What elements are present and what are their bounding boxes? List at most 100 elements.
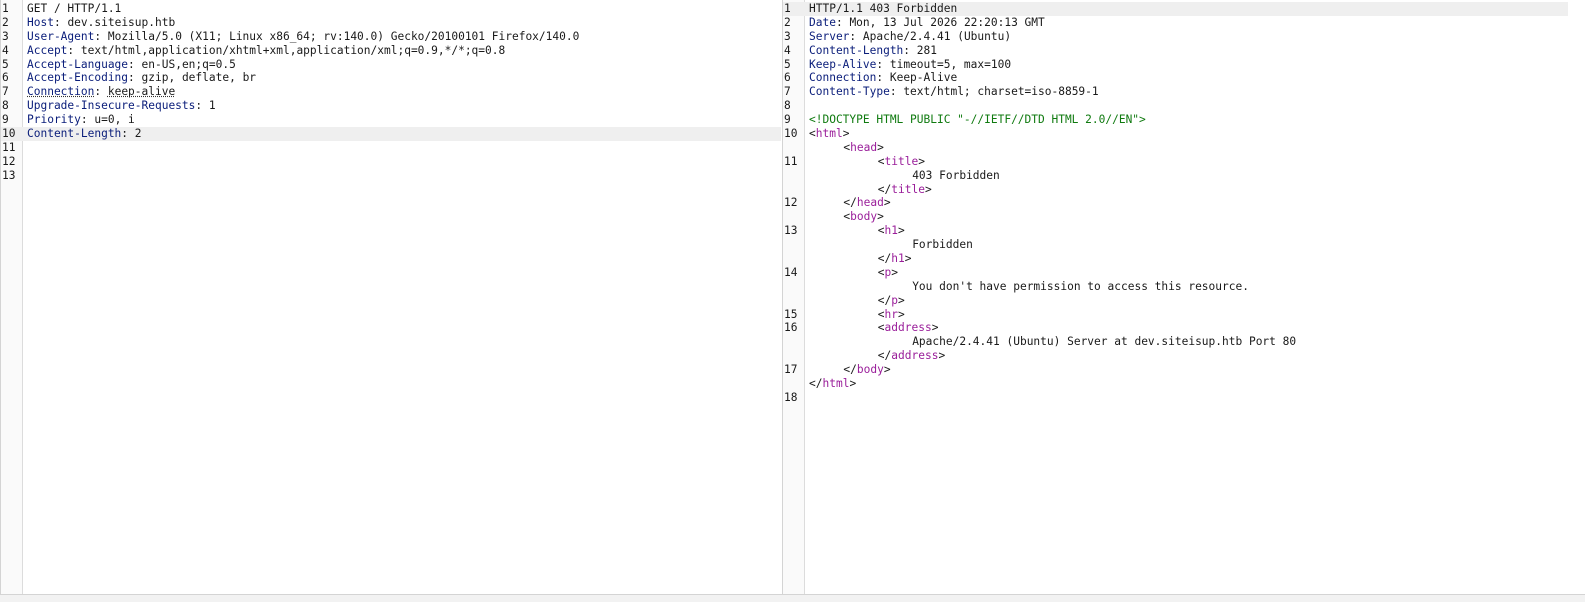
line-number: 1 bbox=[784, 2, 791, 15]
header-value: Keep-Alive bbox=[889, 71, 958, 85]
header-value: keep-alive bbox=[107, 85, 176, 99]
tag-name: hr bbox=[884, 307, 899, 321]
response-line-text: Date: Mon, 13 Jul 2026 22:20:13 GMT bbox=[809, 16, 1045, 30]
tag-name: body bbox=[850, 210, 878, 224]
response-body-text: Forbidden bbox=[912, 238, 973, 252]
response-line: 6 Connection: Keep-Alive bbox=[783, 71, 1569, 85]
tag-bracket: > bbox=[883, 363, 891, 377]
header-name: Content-Length bbox=[27, 127, 122, 141]
request-line: 10 Content-Length: 2 bbox=[1, 127, 781, 141]
request-line-text: Accept: text/html,application/xhtml+xml,… bbox=[27, 44, 505, 58]
line-number: 13 bbox=[2, 168, 16, 182]
request-line: 5 Accept-Language: en-US,en;q=0.5 bbox=[1, 58, 781, 72]
response-line-text: Content-Type: text/html; charset=iso-885… bbox=[809, 85, 1099, 99]
header-separator: : bbox=[903, 43, 917, 57]
response-body-text: </p> bbox=[878, 294, 905, 308]
request-line: 7 Connection: keep-alive bbox=[1, 85, 781, 99]
request-line: 1 GET / HTTP/1.1 bbox=[1, 2, 781, 16]
response-body-line: 15 <hr> bbox=[783, 308, 1569, 322]
line-number: 14 bbox=[784, 265, 798, 279]
header-separator: : bbox=[67, 43, 81, 57]
header-value: 1 bbox=[208, 99, 216, 113]
tag-bracket: > bbox=[918, 154, 925, 168]
tag-bracket: < bbox=[809, 127, 816, 141]
header-name: Accept-Encoding bbox=[27, 71, 129, 85]
header-value: dev.siteisup.htb bbox=[67, 15, 176, 29]
line-number: 11 bbox=[2, 140, 16, 154]
doctype-declaration: <!DOCTYPE HTML PUBLIC "-//IETF//DTD HTML… bbox=[809, 113, 1146, 127]
response-body-line: </h1> bbox=[783, 252, 1569, 266]
tag-name: html bbox=[822, 377, 850, 391]
response-body-line: 11 <title> bbox=[783, 155, 1569, 169]
line-number: 18 bbox=[784, 390, 798, 404]
request-line: 6 Accept-Encoding: gzip, deflate, br bbox=[1, 71, 781, 85]
tag-bracket: > bbox=[898, 307, 905, 321]
response-body-line: 14 <p> bbox=[783, 266, 1569, 280]
request-lines: 1 GET / HTTP/1.1 2 Host: dev.siteisup.htb 3 U… bbox=[1, 2, 781, 183]
response-body-line: 12 </head> bbox=[783, 196, 1569, 210]
tag-bracket: > bbox=[938, 349, 946, 363]
tag-bracket: </ bbox=[809, 377, 823, 391]
response-body-text: </address> bbox=[878, 349, 945, 363]
tag-bracket: > bbox=[877, 140, 884, 154]
request-line-text: Priority: u=0, i bbox=[27, 113, 135, 127]
line-number: 6 bbox=[2, 71, 9, 85]
header-name: Server bbox=[809, 29, 850, 43]
right-scrollbar[interactable] bbox=[1568, 0, 1585, 594]
response-body-line: <body> bbox=[783, 210, 1569, 224]
header-name: Upgrade-Insecure-Requests bbox=[27, 99, 196, 113]
tag-name: head bbox=[856, 196, 884, 210]
header-value: gzip, deflate, br bbox=[141, 71, 257, 85]
text-content: You don't have permission to access this… bbox=[912, 279, 1249, 293]
response-body-text: </title> bbox=[878, 183, 932, 197]
tag-bracket: > bbox=[924, 182, 932, 196]
header-separator: : bbox=[94, 29, 108, 43]
request-line: 11 bbox=[1, 141, 781, 155]
header-separator: : bbox=[128, 71, 142, 85]
header-separator: : bbox=[889, 85, 904, 99]
line-number: 3 bbox=[2, 29, 9, 43]
response-body-text: </html> bbox=[809, 377, 856, 391]
line-number: 6 bbox=[784, 71, 791, 85]
header-value: text/html,application/xhtml+xml,applicat… bbox=[80, 43, 506, 57]
line-number: 12 bbox=[784, 196, 798, 210]
line-number: 10 bbox=[784, 127, 798, 141]
request-line-text: Accept-Language: en-US,en;q=0.5 bbox=[27, 58, 236, 72]
header-name: User-Agent bbox=[27, 29, 95, 43]
tag-bracket: > bbox=[898, 293, 905, 307]
tag-name: head bbox=[850, 140, 878, 154]
response-body-text: 403 Forbidden bbox=[912, 169, 1000, 183]
response-body-line: </address> bbox=[783, 349, 1569, 363]
tag-bracket: < bbox=[877, 224, 885, 238]
tag-bracket: </ bbox=[877, 293, 892, 307]
tag-bracket: > bbox=[904, 252, 912, 266]
request-line: 13 bbox=[1, 169, 781, 183]
tag-name: html bbox=[815, 127, 843, 141]
line-number: 5 bbox=[2, 57, 9, 71]
response-viewer[interactable]: 1 HTTP/1.1 403 Forbidden 2 Date: Mon, 13 Ju… bbox=[782, 0, 1569, 594]
request-editor[interactable]: 1 GET / HTTP/1.1 2 Host: dev.siteisup.htb 3 U… bbox=[0, 0, 781, 594]
response-body-line: </html> bbox=[783, 377, 1569, 391]
response-body-line: Apache/2.4.41 (Ubuntu) Server at dev.sit… bbox=[783, 335, 1569, 349]
response-body-line: 16 <address> bbox=[783, 321, 1569, 335]
tag-bracket: </ bbox=[877, 252, 892, 266]
request-line-text: GET / HTTP/1.1 bbox=[27, 2, 121, 16]
header-separator: : bbox=[835, 15, 850, 29]
header-value: u=0, i bbox=[94, 113, 135, 127]
response-line: 7 Content-Type: text/html; charset=iso-88… bbox=[783, 85, 1569, 99]
line-number: 17 bbox=[784, 363, 798, 377]
header-value: Mon, 13 Jul 2026 22:20:13 GMT bbox=[849, 15, 1045, 29]
header-separator: : bbox=[80, 113, 95, 127]
response-body-text: Apache/2.4.41 (Ubuntu) Server at dev.sit… bbox=[912, 335, 1296, 349]
response-body-line: <head> bbox=[783, 141, 1569, 155]
response-line: 8 bbox=[783, 99, 1569, 113]
header-separator: : bbox=[195, 99, 209, 113]
tag-bracket: < bbox=[877, 265, 885, 279]
request-line: 3 User-Agent: Mozilla/5.0 (X11; Linux x86… bbox=[1, 30, 781, 44]
line-number: 7 bbox=[2, 85, 9, 99]
line-number: 3 bbox=[784, 29, 791, 43]
response-body-text: <!DOCTYPE HTML PUBLIC "-//IETF//DTD HTML… bbox=[809, 113, 1146, 127]
header-name: Content-Length bbox=[809, 43, 904, 57]
header-value: Apache/2.4.41 (Ubuntu) bbox=[862, 29, 1012, 43]
response-body-text: <body> bbox=[843, 210, 883, 224]
